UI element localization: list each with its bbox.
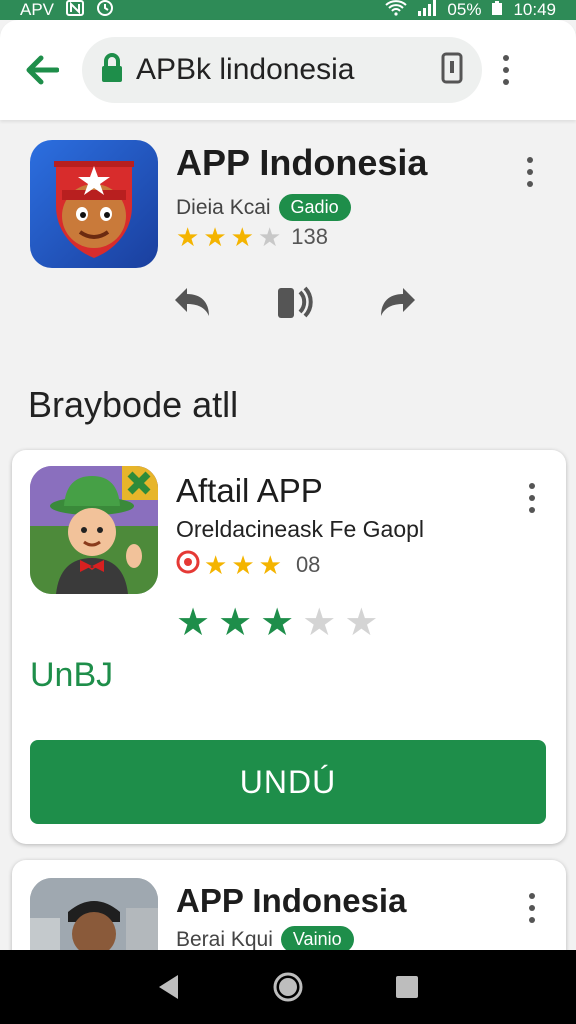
clock-alarm-icon (96, 0, 114, 22)
star-empty-icon: ★ (257, 222, 282, 252)
rating-row: ★ ★ ★ ★ 138 (176, 224, 328, 250)
card-app-title[interactable]: APP Indonesia (176, 882, 406, 920)
target-icon (176, 550, 200, 580)
system-nav-bar (0, 950, 576, 1024)
signal-icon (417, 0, 437, 21)
nav-back-icon[interactable] (149, 967, 189, 1007)
reply-icon[interactable] (170, 280, 214, 324)
card-rating-count: 08 (295, 552, 321, 577)
rate-star-empty-icon[interactable]: ★ (302, 604, 336, 642)
status-bar: APV 05% 10:49 (0, 0, 576, 20)
star-icon: ★ (204, 550, 228, 580)
rate-star-empty-icon[interactable]: ★ (344, 604, 378, 642)
card-app-title[interactable]: Aftail APP (176, 472, 323, 510)
category-badge: Gadio (278, 194, 351, 221)
tabs-icon[interactable] (440, 51, 464, 90)
notification-icon (66, 0, 85, 21)
card-link-text[interactable]: UnBJ (30, 656, 113, 695)
card-app-subtitle: Oreldacineask Fe Gaopl (176, 516, 425, 542)
battery-percent: 05% (447, 0, 482, 19)
url-text[interactable]: APBk lindonesia (136, 53, 440, 87)
star-icon: ★ (176, 222, 200, 252)
carrier-label: APV (20, 0, 55, 19)
developer-row: Berai Kqui Vainio (176, 926, 354, 953)
share-forward-icon[interactable] (376, 280, 420, 324)
app-title[interactable]: APP Indonesia (176, 142, 427, 184)
category-badge: Vainio (280, 926, 354, 953)
rate-star-icon[interactable]: ★ (260, 604, 294, 642)
developer-name[interactable]: Dieia Kcai (176, 196, 271, 220)
star-icon: ★ (203, 222, 227, 252)
star-icon: ★ (258, 550, 282, 580)
browser-menu-icon[interactable] (494, 48, 518, 92)
app-overflow-menu-icon[interactable] (518, 150, 542, 194)
install-button[interactable]: UNDÚ (30, 740, 546, 824)
section-heading: Braybode atll (28, 384, 239, 425)
lock-icon (100, 52, 124, 88)
clock-time: 10:49 (513, 0, 556, 19)
audio-device-icon[interactable] (273, 280, 317, 324)
rate-star-icon[interactable]: ★ (218, 604, 252, 642)
action-row (170, 280, 420, 324)
rating-count: 138 (291, 224, 328, 249)
featured-app: APP Indonesia Dieia Kcai Gadio ★ ★ ★ ★ 1… (0, 120, 576, 370)
star-icon: ★ (231, 550, 255, 580)
app-icon-shield-mascot[interactable] (30, 140, 158, 268)
address-bar[interactable]: APBk lindonesia (82, 37, 482, 103)
rate-star-icon[interactable]: ★ (176, 604, 210, 642)
developer-name[interactable]: Berai Kqui (176, 928, 273, 952)
star-icon: ★ (230, 222, 254, 252)
nav-home-icon[interactable] (268, 967, 308, 1007)
developer-row: Dieia Kcai Gadio (176, 194, 351, 221)
wifi-icon (385, 0, 408, 21)
app-card[interactable]: Aftail APP Oreldacineask Fe Gaopl ★ ★ ★ … (12, 450, 566, 844)
card-overflow-menu-icon[interactable] (520, 886, 544, 930)
back-arrow-icon[interactable] (20, 48, 64, 92)
card-overflow-menu-icon[interactable] (520, 476, 544, 520)
card-rating-row: ★ ★ ★ 08 (176, 550, 320, 580)
user-rating-stars[interactable]: ★ ★ ★ ★ ★ (176, 604, 378, 642)
nav-recents-icon[interactable] (387, 967, 427, 1007)
battery-icon (491, 0, 503, 21)
browser-toolbar: APBk lindonesia (0, 20, 576, 120)
app-icon-cowboy-mascot[interactable] (30, 466, 158, 594)
